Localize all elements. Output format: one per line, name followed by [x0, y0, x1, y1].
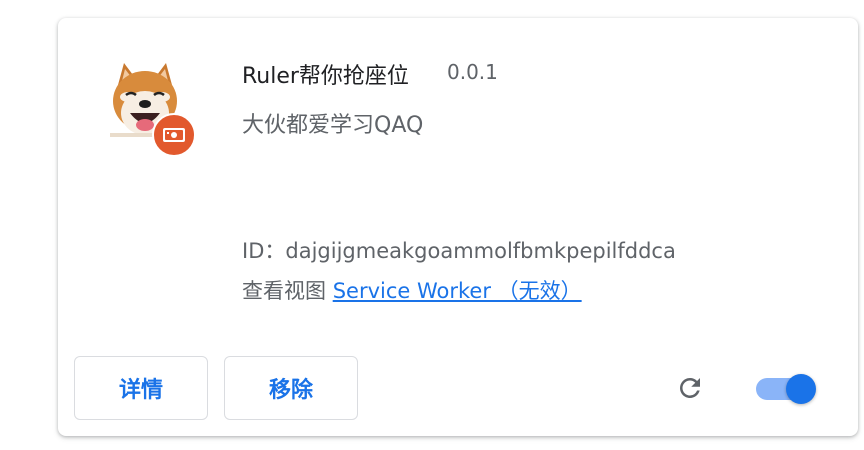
extension-id-label: ID：: [242, 239, 286, 263]
extension-card: Ruler帮你抢座位 0.0.1 大伙都爱学习QAQ ID：dajgijgmea…: [58, 18, 858, 436]
reload-button[interactable]: [672, 370, 708, 406]
reload-icon: [680, 378, 700, 398]
remove-button[interactable]: 移除: [224, 356, 358, 420]
enable-toggle[interactable]: [756, 374, 820, 404]
inspect-views-label: 查看视图: [242, 279, 333, 303]
service-worker-link[interactable]: Service Worker （无效）: [333, 279, 582, 303]
extension-id-value: dajgijgmeakgoammolfbmkpepilfddca: [285, 239, 676, 263]
extension-logo: [110, 63, 206, 159]
extension-id: ID：dajgijgmeakgoammolfbmkpepilfddca: [242, 235, 676, 265]
inspect-views: 查看视图 Service Worker （无效）: [242, 275, 582, 305]
extension-description: 大伙都爱学习QAQ: [242, 113, 424, 138]
extension-name: Ruler帮你抢座位: [242, 64, 409, 89]
details-button[interactable]: 详情: [74, 356, 208, 420]
unpacked-extension-badge-icon: [152, 113, 196, 157]
extension-version: 0.0.1: [447, 60, 498, 84]
enable-toggle-knob: [786, 374, 816, 404]
